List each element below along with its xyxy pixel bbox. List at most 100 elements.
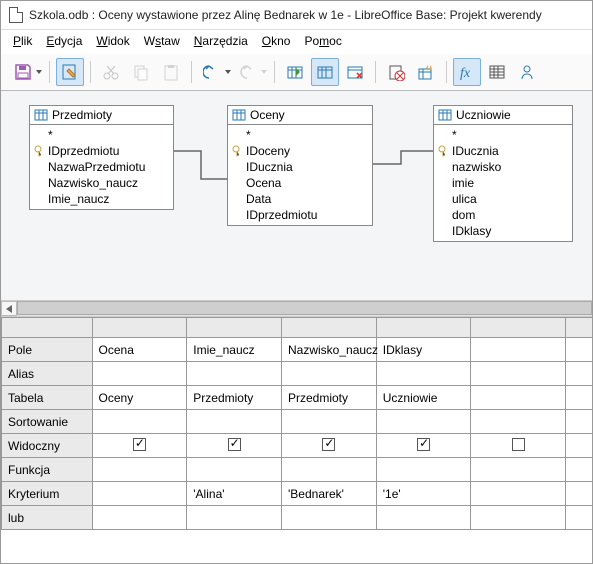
redo-dropdown[interactable] xyxy=(260,70,268,74)
field-idprzedmiotu[interactable]: IDprzedmiotu xyxy=(228,207,372,223)
col-header[interactable] xyxy=(282,318,377,338)
cell-pole[interactable]: Imie_naucz xyxy=(187,338,282,362)
cell-alias[interactable] xyxy=(187,362,282,386)
cell-alias[interactable] xyxy=(566,362,592,386)
field-idklasy[interactable]: IDklasy xyxy=(434,223,572,239)
cell-alias[interactable] xyxy=(282,362,377,386)
cell-tabela[interactable] xyxy=(471,386,566,410)
edit-mode-button[interactable] xyxy=(56,58,84,86)
cell-kryterium[interactable] xyxy=(566,482,592,506)
relation-canvas[interactable]: Przedmioty * IDprzedmiotu NazwaPrzedmiot… xyxy=(1,91,592,301)
cell-pole[interactable] xyxy=(471,338,566,362)
checkbox-icon[interactable] xyxy=(512,438,525,451)
cell-lub[interactable] xyxy=(92,506,187,530)
checkbox-icon[interactable] xyxy=(133,438,146,451)
menu-edycja[interactable]: Edycja xyxy=(46,34,82,48)
field-ocena[interactable]: Ocena xyxy=(228,175,372,191)
cell-lub[interactable] xyxy=(187,506,282,530)
design-view-button[interactable] xyxy=(311,58,339,86)
field-star[interactable]: * xyxy=(228,127,372,143)
cell-widoczny[interactable] xyxy=(376,434,471,458)
cell-widoczny[interactable] xyxy=(566,434,592,458)
save-button[interactable] xyxy=(9,58,37,86)
checkbox-icon[interactable] xyxy=(417,438,430,451)
functions-button[interactable]: fx xyxy=(453,58,481,86)
cell-kryterium[interactable]: '1e' xyxy=(376,482,471,506)
menu-plik[interactable]: Plik xyxy=(13,34,32,48)
save-dropdown[interactable] xyxy=(35,70,43,74)
cell-sortowanie[interactable] xyxy=(376,410,471,434)
checkbox-icon[interactable] xyxy=(228,438,241,451)
undo-dropdown[interactable] xyxy=(224,70,232,74)
field-imie[interactable]: imie xyxy=(434,175,572,191)
col-header[interactable] xyxy=(187,318,282,338)
cell-funkcja[interactable] xyxy=(92,458,187,482)
menu-narzedzia[interactable]: Narzędzia xyxy=(194,34,248,48)
alias-button[interactable] xyxy=(513,58,541,86)
cell-lub[interactable] xyxy=(376,506,471,530)
cell-alias[interactable] xyxy=(92,362,187,386)
scroll-track[interactable] xyxy=(17,301,592,316)
field-iducznia[interactable]: IDucznia xyxy=(434,143,572,159)
cell-lub[interactable] xyxy=(566,506,592,530)
table-oceny[interactable]: Oceny * IDoceny IDucznia Ocena Data IDpr… xyxy=(227,105,373,226)
cell-lub[interactable] xyxy=(282,506,377,530)
col-header[interactable] xyxy=(566,318,592,338)
cell-lub[interactable] xyxy=(471,506,566,530)
scroll-thumb[interactable] xyxy=(17,301,592,315)
cell-tabela[interactable] xyxy=(566,386,592,410)
canvas-scrollbar[interactable] xyxy=(1,301,592,317)
field-idoceny[interactable]: IDoceny xyxy=(228,143,372,159)
clear-query-button[interactable] xyxy=(341,58,369,86)
field-dom[interactable]: dom xyxy=(434,207,572,223)
field-data[interactable]: Data xyxy=(228,191,372,207)
field-ulica[interactable]: ulica xyxy=(434,191,572,207)
menu-pomoc[interactable]: Pomoc xyxy=(304,34,341,48)
scroll-left-button[interactable] xyxy=(1,301,17,316)
cell-sortowanie[interactable] xyxy=(566,410,592,434)
run-query-button[interactable] xyxy=(281,58,309,86)
cell-tabela[interactable]: Przedmioty xyxy=(187,386,282,410)
cell-sortowanie[interactable] xyxy=(187,410,282,434)
cell-pole[interactable]: Nazwisko_naucz xyxy=(282,338,377,362)
copy-button[interactable] xyxy=(127,58,155,86)
cell-funkcja[interactable] xyxy=(566,458,592,482)
cell-widoczny[interactable] xyxy=(187,434,282,458)
redo-button[interactable] xyxy=(234,58,262,86)
cell-tabela[interactable]: Oceny xyxy=(92,386,187,410)
cell-kryterium[interactable] xyxy=(92,482,187,506)
cell-kryterium[interactable] xyxy=(471,482,566,506)
cell-alias[interactable] xyxy=(376,362,471,386)
field-star[interactable]: * xyxy=(30,127,173,143)
menu-okno[interactable]: Okno xyxy=(262,34,291,48)
field-idprzedmiotu[interactable]: IDprzedmiotu xyxy=(30,143,173,159)
cell-funkcja[interactable] xyxy=(471,458,566,482)
cell-funkcja[interactable] xyxy=(376,458,471,482)
cell-alias[interactable] xyxy=(471,362,566,386)
cell-pole[interactable] xyxy=(566,338,592,362)
field-iducznia[interactable]: IDucznia xyxy=(228,159,372,175)
table-przedmioty[interactable]: Przedmioty * IDprzedmiotu NazwaPrzedmiot… xyxy=(29,105,174,210)
cell-sortowanie[interactable] xyxy=(92,410,187,434)
cell-kryterium[interactable]: 'Alina' xyxy=(187,482,282,506)
cell-sortowanie[interactable] xyxy=(471,410,566,434)
cell-tabela[interactable]: Uczniowie xyxy=(376,386,471,410)
field-nazwisko[interactable]: nazwisko xyxy=(434,159,572,175)
cell-widoczny[interactable] xyxy=(282,434,377,458)
cell-kryterium[interactable]: 'Bednarek' xyxy=(282,482,377,506)
cell-widoczny[interactable] xyxy=(471,434,566,458)
field-nazwaprzedmiotu[interactable]: NazwaPrzedmiotu xyxy=(30,159,173,175)
checkbox-icon[interactable] xyxy=(322,438,335,451)
cell-pole[interactable]: Ocena xyxy=(92,338,187,362)
cut-button[interactable] xyxy=(97,58,125,86)
cell-pole[interactable]: IDklasy xyxy=(376,338,471,362)
menu-widok[interactable]: Widok xyxy=(96,34,129,48)
delete-button[interactable] xyxy=(382,58,410,86)
table-uczniowie[interactable]: Uczniowie * IDucznia nazwisko imie ulica… xyxy=(433,105,573,242)
cell-sortowanie[interactable] xyxy=(282,410,377,434)
undo-button[interactable] xyxy=(198,58,226,86)
cell-funkcja[interactable] xyxy=(187,458,282,482)
field-star[interactable]: * xyxy=(434,127,572,143)
table-name-button[interactable] xyxy=(483,58,511,86)
paste-button[interactable] xyxy=(157,58,185,86)
